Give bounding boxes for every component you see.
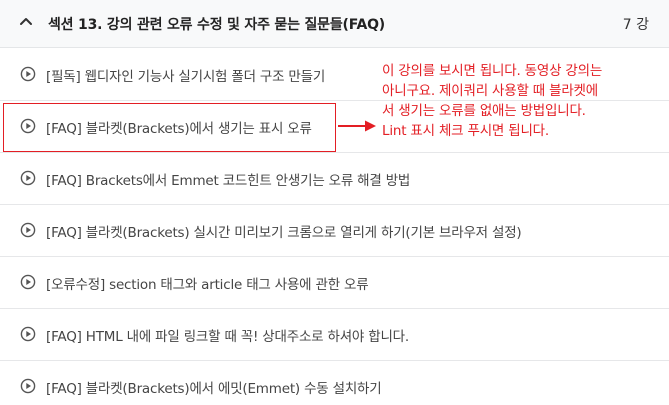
annotation-line: 서 생기는 오류를 없애는 방법입니다. [382,103,586,119]
play-circle-icon [20,274,36,290]
section-title: 섹션 13. 강의 관련 오류 수정 및 자주 묻는 질문들(FAQ) [48,17,385,33]
play-circle-icon [20,170,36,186]
lecture-title: [FAQ] HTML 내에 파일 링크할 때 꼭! 상대주소로 하셔야 합니다. [46,329,409,345]
annotation-line: Lint 표시 체크 푸시면 됩니다. [382,123,549,139]
play-circle-icon [20,326,36,342]
annotation-note: 이 강의를 보시면 됩니다. 동영상 강의는 아니구요. 제이쿼리 사용할 때 … [382,61,666,141]
lecture-title: [FAQ] 블라켓(Brackets)에서 생기는 표시 오류 [46,121,312,137]
annotation-line: 이 강의를 보시면 됩니다. 동영상 강의는 [382,63,603,79]
lecture-row[interactable]: [FAQ] 블라켓(Brackets) 실시간 미리보기 크롬으로 열리게 하기… [0,205,669,257]
lecture-count: 7 강 [622,17,649,33]
lecture-title: [오류수정] section 태그와 article 태그 사용에 관한 오류 [46,277,369,293]
play-circle-icon [20,118,36,134]
lecture-row[interactable]: [오류수정] section 태그와 article 태그 사용에 관한 오류 [0,257,669,309]
lecture-title: [FAQ] Brackets에서 Emmet 코드힌트 안생기는 오류 해결 방… [46,173,411,189]
play-circle-icon [20,66,36,82]
lecture-title: [FAQ] 블라켓(Brackets)에서 에밋(Emmet) 수동 설치하기 [46,381,382,397]
lecture-row[interactable]: [FAQ] Brackets에서 Emmet 코드힌트 안생기는 오류 해결 방… [0,153,669,205]
play-circle-icon [20,222,36,238]
annotation-line: 아니구요. 제이쿼리 사용할 때 블라켓에 [382,83,598,99]
chevron-up-icon[interactable] [18,13,34,29]
lecture-title: [FAQ] 블라켓(Brackets) 실시간 미리보기 크롬으로 열리게 하기… [46,225,522,241]
lecture-row[interactable]: [FAQ] HTML 내에 파일 링크할 때 꼭! 상대주소로 하셔야 합니다. [0,309,669,361]
play-circle-icon [20,378,36,394]
lecture-title: [필독] 웹디자인 기능사 실기시험 폴더 구조 만들기 [46,69,326,85]
curriculum-panel: 섹션 13. 강의 관련 오류 수정 및 자주 묻는 질문들(FAQ) 7 강 … [0,0,669,405]
lecture-row[interactable]: [FAQ] 블라켓(Brackets)에서 에밋(Emmet) 수동 설치하기 [0,361,669,405]
section-header[interactable]: 섹션 13. 강의 관련 오류 수정 및 자주 묻는 질문들(FAQ) 7 강 [0,0,669,48]
